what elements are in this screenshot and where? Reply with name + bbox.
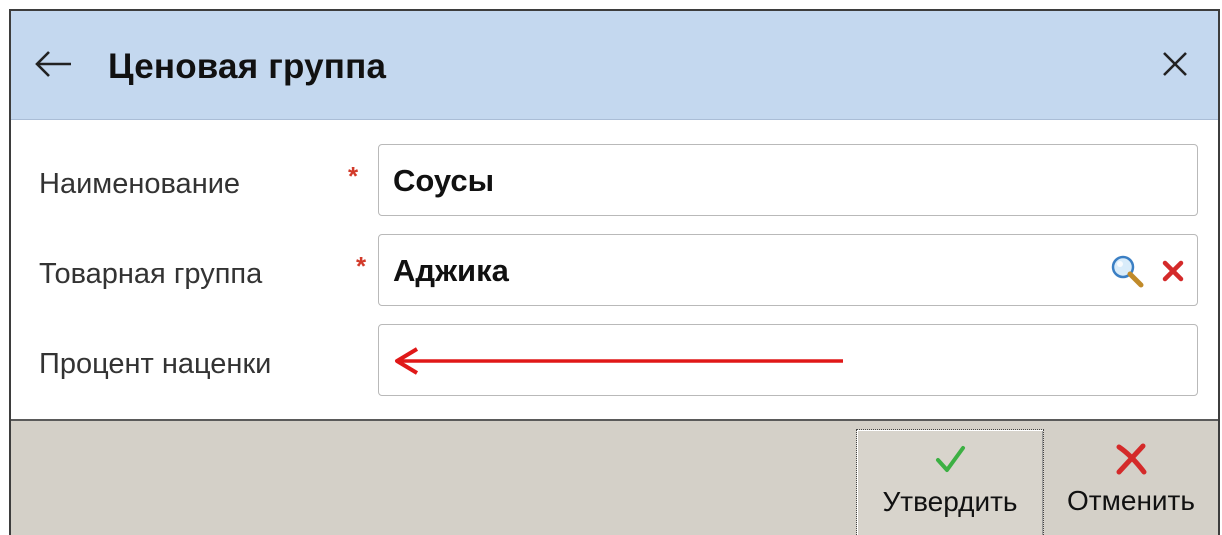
product-group-field-value: Аджика — [393, 253, 509, 288]
magnifier-icon[interactable] — [1109, 253, 1145, 289]
close-icon[interactable] — [1160, 49, 1190, 79]
confirm-button[interactable]: Утвердить — [856, 429, 1044, 535]
product-group-required-mark: * — [356, 251, 367, 281]
dialog-footer: Утвердить Отменить — [11, 419, 1218, 535]
markup-percent-label: Процент наценки — [39, 348, 272, 380]
clear-x-icon[interactable] — [1161, 259, 1185, 283]
annotation-arrow-icon — [395, 347, 843, 375]
name-label: Наименование — [39, 168, 241, 200]
confirm-button-label: Утвердить — [882, 486, 1018, 517]
red-x-icon — [1116, 443, 1147, 475]
cancel-button[interactable]: Отменить — [1056, 429, 1206, 535]
name-field-value: Соусы — [393, 163, 495, 198]
dialog-window: Ценовая группа Наименование * Соусы Това… — [9, 9, 1220, 535]
product-group-field[interactable]: Аджика — [378, 234, 1198, 306]
green-check-icon — [936, 446, 965, 472]
product-group-label: Товарная группа — [39, 258, 263, 290]
cancel-button-label: Отменить — [1067, 485, 1195, 516]
back-arrow-icon[interactable] — [33, 49, 73, 79]
name-field[interactable]: Соусы — [378, 144, 1198, 216]
dialog-title: Ценовая группа — [108, 47, 387, 86]
dialog-header: Ценовая группа — [11, 11, 1218, 120]
name-required-mark: * — [348, 161, 359, 191]
markup-percent-field[interactable] — [378, 324, 1198, 396]
